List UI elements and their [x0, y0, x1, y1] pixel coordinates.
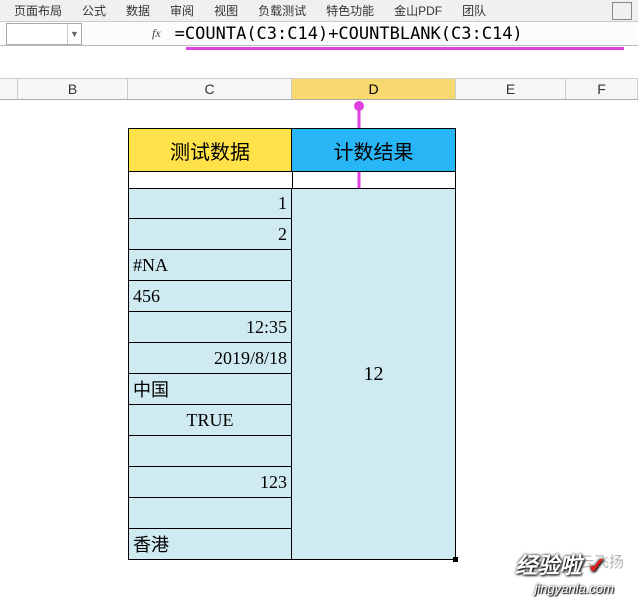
menu-pdf[interactable]: 金山PDF [384, 0, 452, 21]
check-icon: ✓ [588, 553, 606, 578]
data-cell[interactable]: 123 [128, 467, 292, 498]
menu-review[interactable]: 审阅 [160, 0, 204, 21]
data-cell[interactable]: #NA [128, 250, 292, 281]
toolbar-icon[interactable] [612, 2, 632, 20]
menubar: 页面布局 公式 数据 审阅 视图 负载测试 特色功能 金山PDF 团队 [0, 0, 638, 22]
fill-handle[interactable] [453, 557, 458, 562]
col-header-c[interactable]: C [128, 78, 292, 99]
watermark-url: jingyanla.com [535, 581, 615, 596]
data-cell[interactable] [128, 436, 292, 467]
menu-data[interactable]: 数据 [116, 0, 160, 21]
formula-bar: ▼ fx [0, 22, 638, 46]
data-table: 测试数据 计数结果 12#NA45612:352019/8/18中国TRUE12… [128, 128, 456, 560]
highlight-underline [186, 47, 624, 50]
col-header-e[interactable]: E [456, 78, 566, 99]
col-header-f[interactable]: F [566, 78, 638, 99]
formula-input[interactable] [171, 24, 638, 44]
col-header-b[interactable]: B [18, 78, 128, 99]
data-column: 12#NA45612:352019/8/18中国TRUE 123 香港 [128, 188, 292, 560]
menu-formula[interactable]: 公式 [72, 0, 116, 21]
col-header-d[interactable]: D [292, 78, 456, 99]
data-cell[interactable]: 2 [128, 219, 292, 250]
fx-label[interactable]: fx [82, 26, 171, 41]
data-cell[interactable]: 2019/8/18 [128, 343, 292, 374]
menu-page-layout[interactable]: 页面布局 [4, 0, 72, 21]
data-cell[interactable]: 中国 [128, 374, 292, 405]
menu-loadtest[interactable]: 负载测试 [248, 0, 316, 21]
select-all-corner[interactable] [0, 78, 18, 99]
data-cell[interactable]: 1 [128, 188, 292, 219]
data-cell[interactable] [128, 498, 292, 529]
data-cell[interactable]: 456 [128, 281, 292, 312]
menu-view[interactable]: 视图 [204, 0, 248, 21]
data-cell[interactable]: 香港 [128, 529, 292, 560]
menu-special[interactable]: 特色功能 [316, 0, 384, 21]
column-headers: B C D E F [0, 78, 638, 100]
name-box[interactable]: ▼ [6, 23, 82, 45]
result-cell[interactable]: 12 [292, 188, 456, 560]
watermark-brand: 经验啦 ✓ [515, 548, 606, 580]
header-count-result[interactable]: 计数结果 [292, 128, 456, 172]
chevron-down-icon[interactable]: ▼ [67, 24, 81, 44]
header-test-data[interactable]: 测试数据 [128, 128, 292, 172]
result-value: 12 [364, 363, 384, 386]
data-cell[interactable]: TRUE [128, 405, 292, 436]
data-cell[interactable]: 12:35 [128, 312, 292, 343]
menu-team[interactable]: 团队 [452, 0, 496, 21]
